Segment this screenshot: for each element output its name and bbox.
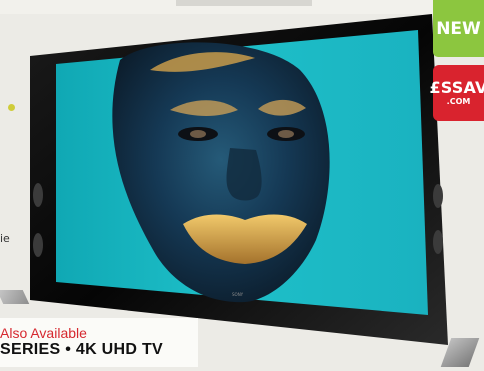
- iris-left: [190, 130, 206, 138]
- availability-text: Also Available: [0, 325, 87, 341]
- brand-logo: SONY: [232, 292, 244, 297]
- speaker-left-icon: [33, 183, 43, 207]
- product-title: SERIES • 4K UHD TV: [0, 341, 164, 358]
- new-badge-label: NEW: [436, 18, 481, 39]
- tv-illustration: SONY: [30, 14, 448, 345]
- product-caption: Also Available SERIES • 4K UHD TV: [0, 318, 198, 367]
- speaker-left-icon: [33, 233, 43, 257]
- new-badge: NEW: [433, 0, 484, 57]
- speaker-right-icon: [433, 184, 443, 208]
- essav-logo-main: £SSAV: [429, 78, 484, 97]
- tv-image: SONY: [0, 0, 484, 367]
- essav-logo-badge: £SSAV .COM: [429, 65, 484, 121]
- speaker-right-icon: [433, 230, 443, 254]
- nose-shadow: [226, 148, 262, 201]
- essav-logo-sub: .COM: [446, 97, 471, 106]
- iris-right: [278, 130, 294, 138]
